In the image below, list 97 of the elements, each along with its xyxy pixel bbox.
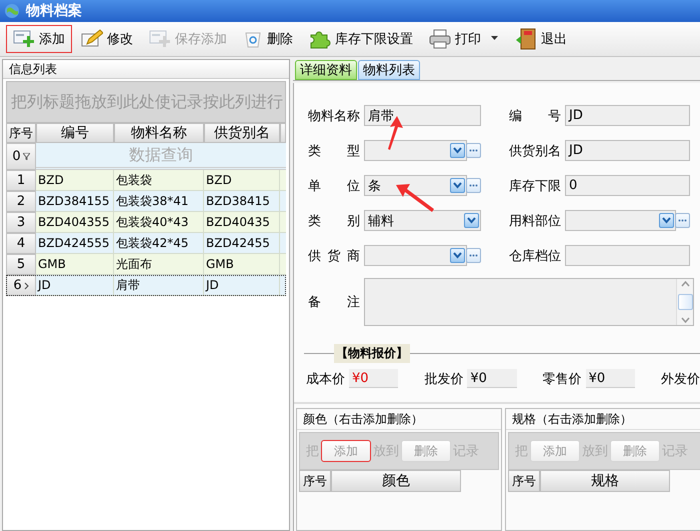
chevron-right-icon — [24, 282, 29, 290]
dropdown-field[interactable] — [364, 245, 467, 266]
chevron-up-icon — [680, 281, 690, 287]
row-header: 4 — [6, 233, 36, 254]
dropdown-field[interactable] — [565, 210, 676, 231]
field-label: 供货别名 — [509, 142, 561, 160]
panel-title: 规格（右击添加删除） — [506, 409, 700, 430]
printer-icon — [429, 29, 451, 49]
field-label: 供 货 商 — [308, 248, 360, 264]
row-header: 5 — [6, 254, 36, 275]
ellipsis-icon — [469, 254, 478, 257]
tab[interactable]: 物料列表 — [358, 60, 420, 80]
annotation-arrow — [396, 184, 434, 212]
column-header[interactable]: 序号 — [6, 123, 36, 143]
input-field[interactable]: 0 — [565, 175, 690, 196]
field-label: 外发价 — [660, 370, 700, 388]
scrollbar[interactable] — [676, 279, 693, 325]
document-plus-icon — [13, 29, 35, 49]
scroll-thumb[interactable] — [678, 294, 692, 310]
dropdown-button[interactable] — [659, 213, 674, 228]
toolbar-button[interactable]: 退出 — [508, 25, 574, 53]
field-label: 库存下限 — [509, 178, 561, 194]
input-field[interactable] — [565, 245, 690, 266]
column-header[interactable]: 序号 — [299, 470, 331, 492]
row-header: 1 — [6, 170, 36, 191]
field-label: 仓库档位 — [509, 248, 561, 264]
table-cell: JD — [204, 275, 280, 296]
column-header[interactable]: 颜色 — [331, 470, 461, 492]
ellipsis-button[interactable] — [466, 178, 481, 193]
row-header: 3 — [6, 212, 36, 233]
app-icon — [4, 3, 20, 19]
field-label: 备 注 — [308, 294, 360, 311]
dropdown-button[interactable] — [450, 248, 465, 263]
table-row[interactable]: 2 BZD384155 包装袋38*41 BZD38415 — [6, 191, 286, 212]
dropdown-button[interactable] — [464, 213, 479, 228]
ellipsis-button[interactable] — [466, 143, 481, 158]
ellipsis-icon — [469, 149, 478, 152]
column-header[interactable]: 规格 — [540, 470, 670, 492]
group-hint: 把列标题拖放到此处使记录按此列进行 — [11, 92, 283, 112]
door-icon — [515, 28, 537, 50]
panel-title: 颜色（右击添加删除） — [297, 409, 501, 430]
document-plus-icon — [149, 29, 171, 49]
toolbar-button[interactable]: 修改 — [74, 25, 140, 53]
dropdown-button[interactable] — [450, 178, 465, 193]
tab[interactable]: 详细资料 — [295, 60, 357, 80]
toolbar-button[interactable]: 删除 — [236, 25, 300, 53]
toolbar-button[interactable]: 添加 — [6, 25, 72, 53]
price-field[interactable]: ¥0 — [349, 369, 398, 388]
panel-title: 信息列表 — [3, 60, 289, 79]
ellipsis-icon — [678, 219, 687, 222]
filter-icon — [22, 153, 30, 160]
window-title: 物料档案 — [26, 2, 82, 20]
remarks-field[interactable] — [364, 278, 694, 326]
field-label: 用料部位 — [509, 212, 561, 230]
table-row[interactable]: 4 BZD424555 包装袋42*45 BZD42455 — [6, 233, 286, 254]
field-label: 类 别 — [308, 212, 360, 230]
ellipsis-button[interactable] — [466, 248, 481, 263]
pencil-icon — [81, 29, 103, 49]
column-header[interactable]: 编号 — [36, 123, 114, 143]
column-header[interactable]: 物料名称 — [114, 123, 204, 143]
chevron-down-icon — [662, 217, 671, 224]
row-header: 2 — [6, 191, 36, 212]
ellipsis-icon — [469, 184, 478, 187]
row-header: 6 — [6, 275, 36, 296]
puzzle-icon — [309, 29, 331, 49]
field-label: 类 型 — [308, 142, 360, 160]
price-field[interactable]: ¥0 — [586, 369, 635, 388]
field-label: 编 号 — [509, 108, 561, 124]
ellipsis-button[interactable] — [675, 213, 690, 228]
field-label: 单 位 — [308, 178, 360, 194]
input-field[interactable]: 肩带 — [364, 105, 481, 126]
table-row[interactable]: 1 BZD 包装袋 BZD — [6, 170, 286, 191]
row-header: 0 — [6, 143, 36, 170]
table-row[interactable]: 5 GMB 光面布 GMB — [6, 254, 286, 275]
dropdown-button[interactable] — [450, 143, 465, 158]
chevron-down-icon — [453, 182, 462, 189]
column-header[interactable]: 序号 — [508, 470, 540, 492]
price-field[interactable]: ¥0 — [467, 369, 517, 388]
chevron-down-icon — [467, 217, 476, 224]
field-label: 成本价 — [306, 370, 345, 388]
table-row[interactable]: 3 BZD404355 包装袋40*43 BZD40435 — [6, 212, 286, 233]
dropdown-field[interactable]: 辅料 — [364, 210, 481, 231]
chevron-down-icon — [453, 147, 462, 154]
field-label: 批发价 — [424, 370, 464, 388]
column-header[interactable]: 供货别名 — [204, 123, 280, 143]
chevron-down-icon — [453, 252, 462, 259]
table-cell: JD — [36, 275, 114, 296]
input-field[interactable]: JD — [565, 105, 690, 126]
toolbar-button[interactable]: 打印 — [422, 25, 506, 53]
toolbar-button[interactable]: 库存下限设置 — [302, 25, 420, 53]
table-row[interactable]: 6 JD 肩带 JD — [6, 275, 286, 296]
table-cell: 肩带 — [114, 275, 204, 296]
field-label: 零售价 — [542, 370, 582, 388]
input-field[interactable]: JD — [565, 140, 690, 161]
section-title: 【物料报价】 — [334, 344, 410, 363]
field-label: 物料名称 — [308, 108, 360, 124]
chevron-down-icon — [680, 317, 690, 323]
